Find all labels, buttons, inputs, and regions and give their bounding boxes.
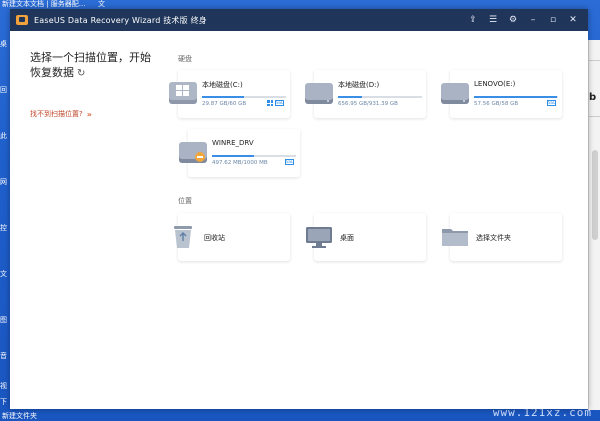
app-logo-icon <box>16 15 28 25</box>
section-label-locations: 位置 <box>178 197 192 205</box>
desktop-icon-label[interactable]: 桌 <box>0 40 7 48</box>
drive-usage-fill <box>212 155 254 157</box>
desktop-icon-label[interactable]: 视 <box>0 382 7 390</box>
desktop-icon-label[interactable]: 图 <box>0 316 7 324</box>
ssd-badge-icon: SSD <box>285 159 295 165</box>
hard-drive-icon <box>441 83 469 104</box>
drive-card-winre[interactable]: WINRE_DRV 497.62 MB/1000 MB SSD <box>179 129 300 177</box>
title-bar[interactable]: EaseUS Data Recovery Wizard 技术版 终身 ⇪ ☰ ⚙… <box>10 9 588 31</box>
drive-usage-bar <box>474 96 558 98</box>
background-browser-window: b <box>588 40 600 410</box>
location-name: 回收站 <box>204 234 225 242</box>
settings-icon[interactable]: ⚙ <box>508 15 518 25</box>
desktop-icon-label[interactable]: 控 <box>0 224 7 232</box>
drive-usage-bar <box>202 96 286 98</box>
app-window: EaseUS Data Recovery Wizard 技术版 终身 ⇪ ☰ ⚙… <box>10 9 588 409</box>
desktop-icon-label[interactable]: 音 <box>0 352 7 360</box>
cant-find-location-link[interactable]: 找不到扫描位置? » <box>30 109 92 119</box>
drive-badges: SSD <box>547 100 556 106</box>
refresh-icon[interactable]: ↻ <box>77 66 85 81</box>
minimize-icon[interactable]: – <box>528 15 538 25</box>
menu-icon[interactable]: ☰ <box>488 15 498 25</box>
desktop-icon-label[interactable]: 此 <box>0 132 7 140</box>
drive-name: LENOVO(E:) <box>474 80 516 88</box>
folder-icon <box>442 229 468 246</box>
maximize-icon[interactable]: ▫ <box>548 15 558 25</box>
location-name: 桌面 <box>340 234 354 242</box>
heading-text: 选择一个扫描位置，开始恢复数据 <box>30 51 151 79</box>
close-icon[interactable]: ✕ <box>568 15 578 25</box>
drive-card-e[interactable]: LENOVO(E:) 57.56 GB/58 GB SSD <box>441 70 562 118</box>
desktop-icon-label[interactable]: 文 <box>0 270 7 278</box>
section-label-drives: 硬盘 <box>178 55 192 63</box>
drive-size: 656.95 GB/931.39 GB <box>338 101 398 107</box>
drive-usage-fill <box>474 96 558 98</box>
drive-name: 本地磁盘(C:) <box>202 81 243 89</box>
divider <box>589 116 600 117</box>
drive-usage-bar <box>212 155 296 157</box>
system-drive-icon <box>169 82 197 104</box>
drive-usage-bar <box>338 96 422 98</box>
desktop-top-strip: 新建文本文档 | 服务器配... 文 <box>0 0 600 8</box>
drive-name: WINRE_DRV <box>212 139 254 147</box>
double-chevron-right-icon: » <box>86 109 92 119</box>
drive-size: 29.87 GB/60 GB <box>202 101 247 107</box>
hard-drive-icon <box>305 83 333 104</box>
location-name: 选择文件夹 <box>476 234 511 242</box>
browser-fragment-text: b <box>589 92 597 103</box>
recovery-drive-icon <box>179 142 207 163</box>
desktop-file-label-2[interactable]: 文 <box>98 0 105 8</box>
drive-size: 497.62 MB/1000 MB <box>212 160 268 166</box>
scrollbar-thumb[interactable] <box>592 150 598 240</box>
divider <box>589 60 600 61</box>
window-title: EaseUS Data Recovery Wizard 技术版 终身 <box>34 15 207 25</box>
link-text[interactable]: 找不到扫描位置? <box>30 109 83 119</box>
drive-card-d[interactable]: 本地磁盘(D:) 656.95 GB/931.39 GB <box>305 70 426 118</box>
drive-usage-fill <box>338 96 363 98</box>
drive-usage-fill <box>202 96 244 98</box>
ssd-badge-icon: SSD <box>275 100 285 106</box>
page-heading: 选择一个扫描位置，开始恢复数据 ↻ <box>30 50 160 81</box>
titlebar-controls: ⇪ ☰ ⚙ – ▫ ✕ <box>468 15 578 25</box>
location-card-select-folder[interactable]: 选择文件夹 <box>442 213 562 261</box>
drive-card-c[interactable]: 本地磁盘(C:) 29.87 GB/60 GB SSD <box>169 70 290 118</box>
drive-name: 本地磁盘(D:) <box>338 81 380 89</box>
location-card-recycle-bin[interactable]: 回收站 <box>174 213 290 261</box>
drive-badges: SSD <box>285 159 294 165</box>
desktop-bottom-label[interactable]: 新建文件夹 <box>0 411 37 421</box>
desktop-monitor-icon <box>306 227 332 248</box>
location-card-desktop[interactable]: 桌面 <box>306 213 426 261</box>
recycle-bin-icon <box>174 226 192 248</box>
drive-badges: SSD <box>267 100 284 106</box>
ssd-badge-icon: SSD <box>547 100 557 106</box>
desktop-icon-label[interactable]: 网 <box>0 178 7 186</box>
upgrade-icon[interactable]: ⇪ <box>468 15 478 25</box>
windows-icon <box>267 100 273 106</box>
desktop-icon-label[interactable]: 回 <box>0 86 7 94</box>
desktop-file-label[interactable]: 新建文本文档 | 服务器配... <box>2 0 85 8</box>
drive-size: 57.56 GB/58 GB <box>474 101 519 107</box>
desktop-icon-label[interactable]: 下 <box>0 398 7 406</box>
